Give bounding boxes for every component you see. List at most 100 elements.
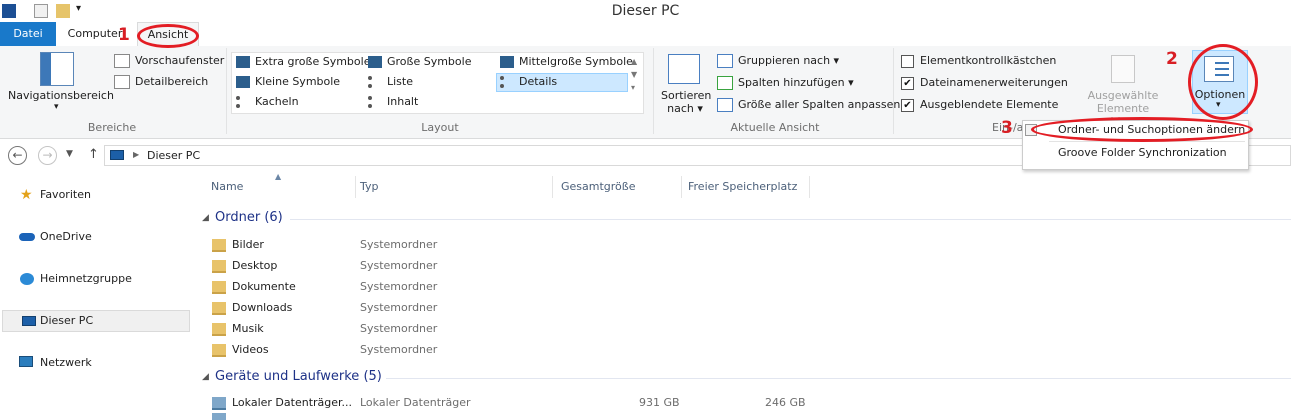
- checkmark-icon[interactable]: ✔: [901, 98, 914, 112]
- small-icons-icon: [236, 76, 250, 88]
- navigation-pane-button[interactable]: Navigationsbereich: [8, 89, 114, 102]
- layout-details[interactable]: Details: [500, 73, 557, 91]
- checkmark-icon[interactable]: ✔: [901, 76, 914, 90]
- layout-content[interactable]: Inhalt: [368, 93, 418, 111]
- table-row[interactable]: Musik Systemordner: [212, 318, 812, 339]
- annotation-number-1: 1: [118, 25, 130, 45]
- table-row[interactable]: Bilder Systemordner: [212, 234, 812, 255]
- layout-extra-large-icons[interactable]: Extra große Symbole: [236, 53, 370, 71]
- collapse-chevron-icon[interactable]: ◢: [202, 213, 209, 223]
- network-icon: [19, 356, 33, 367]
- breadcrumb-chevron-icon[interactable]: ▶: [133, 150, 139, 159]
- table-row[interactable]: Lokaler Datenträger... Lokaler Datenträg…: [212, 392, 832, 413]
- homegroup-icon: [20, 273, 34, 285]
- hidden-items-checkbox[interactable]: ✔ Ausgeblendete Elemente: [901, 96, 1058, 114]
- table-row[interactable]: Desktop Systemordner: [212, 255, 812, 276]
- layout-small-icons[interactable]: Kleine Symbole: [236, 73, 340, 91]
- folder-icon: [212, 301, 226, 315]
- recent-locations-chevron-icon[interactable]: ▼: [66, 149, 73, 159]
- chevron-down-icon: ▾: [54, 102, 59, 112]
- large-icons-icon: [368, 56, 382, 68]
- breadcrumb-dieser-pc[interactable]: Dieser PC: [147, 149, 200, 162]
- computer-icon: [22, 316, 36, 326]
- layout-tiles[interactable]: Kacheln: [236, 93, 299, 111]
- checkbox-unchecked[interactable]: [901, 54, 914, 68]
- forward-arrow-icon[interactable]: →: [38, 146, 57, 165]
- drive-icon: [212, 413, 226, 420]
- add-columns-icon: [717, 76, 733, 90]
- group-by-icon: [717, 54, 733, 68]
- ribbon-separator: [653, 48, 654, 134]
- group-divider: [290, 219, 1291, 220]
- group-by-button[interactable]: Gruppieren nach ▾: [717, 52, 839, 70]
- navigation-pane-icon[interactable]: [40, 52, 74, 86]
- up-arrow-icon[interactable]: ↑: [88, 147, 99, 162]
- column-separator[interactable]: [809, 176, 810, 198]
- fit-columns-button[interactable]: Größe aller Spalten anpassen: [717, 96, 900, 114]
- collapse-chevron-icon[interactable]: ◢: [202, 372, 209, 382]
- details-icon: [500, 76, 514, 88]
- column-separator[interactable]: [552, 176, 553, 198]
- column-gesamtgroesse[interactable]: Gesamtgröße: [561, 180, 635, 193]
- add-columns-button[interactable]: Spalten hinzufügen ▾: [717, 74, 854, 92]
- folder-icon: [212, 280, 226, 294]
- preview-pane-icon: [114, 54, 130, 68]
- group-label-bereiche: Bereiche: [87, 121, 137, 134]
- menu-item-groove-sync[interactable]: Groove Folder Synchronization: [1058, 143, 1227, 163]
- sort-icon[interactable]: [668, 54, 700, 84]
- table-row[interactable]: Videos Systemordner: [212, 339, 812, 360]
- table-row[interactable]: Dokumente Systemordner: [212, 276, 812, 297]
- annotation-number-2: 2: [1166, 49, 1178, 69]
- nav-item-heimnetzgruppe[interactable]: Heimnetzgruppe: [40, 268, 132, 290]
- tab-datei[interactable]: Datei: [0, 22, 56, 46]
- nav-item-favoriten[interactable]: Favoriten: [40, 184, 91, 206]
- folder-icon: [212, 238, 226, 252]
- column-typ[interactable]: Typ: [360, 180, 379, 193]
- ribbon-separator: [226, 48, 227, 134]
- layout-medium-icons[interactable]: Mittelgroße Symbole: [500, 53, 633, 71]
- folder-icon: [212, 259, 226, 273]
- column-name[interactable]: Name: [211, 180, 243, 193]
- extra-large-icons-icon: [236, 56, 250, 68]
- group-label-layout: Layout: [421, 121, 459, 134]
- column-separator[interactable]: [355, 176, 356, 198]
- column-freier-speicherplatz[interactable]: Freier Speicherplatz: [688, 180, 797, 193]
- back-arrow-icon[interactable]: ←: [8, 146, 27, 165]
- preview-pane-button[interactable]: Vorschaufenster: [114, 52, 224, 70]
- table-row[interactable]: Downloads Systemordner: [212, 297, 812, 318]
- file-extensions-checkbox[interactable]: ✔ Dateinamenerweiterungen: [901, 74, 1068, 92]
- details-pane-icon: [114, 75, 130, 89]
- star-icon: ★: [20, 187, 33, 203]
- nav-item-onedrive[interactable]: OneDrive: [40, 226, 92, 248]
- annotation-circle-optionen: [1188, 44, 1258, 120]
- fit-columns-icon: [717, 98, 733, 112]
- computer-icon: [110, 150, 124, 160]
- annotation-circle-ansicht: [137, 24, 199, 48]
- annotation-circle-folder-options: [1031, 117, 1253, 142]
- sort-by-button[interactable]: Sortieren nach ▾: [661, 89, 711, 115]
- ribbon-separator: [893, 48, 894, 134]
- tiles-icon: [236, 96, 250, 108]
- medium-icons-icon: [500, 56, 514, 68]
- details-pane-button[interactable]: Detailbereich: [114, 73, 208, 91]
- layout-list[interactable]: Liste: [368, 73, 413, 91]
- group-label-aktuelle-ansicht: Aktuelle Ansicht: [730, 121, 820, 134]
- hide-selected-icon: [1111, 55, 1135, 83]
- folder-icon: [212, 322, 226, 336]
- gallery-scroll[interactable]: ▲ ▼ ▾: [631, 55, 637, 94]
- group-header-geraete[interactable]: Geräte und Laufwerke (5): [215, 369, 382, 384]
- sort-ascending-icon: ▲: [275, 172, 282, 181]
- nav-item-netzwerk[interactable]: Netzwerk: [40, 352, 92, 374]
- folder-icon: [212, 343, 226, 357]
- content-icon: [368, 96, 382, 108]
- annotation-number-3: 3: [1001, 118, 1013, 138]
- nav-item-dieser-pc[interactable]: Dieser PC: [40, 310, 93, 332]
- drive-icon: [212, 396, 226, 410]
- item-checkboxes-checkbox[interactable]: Elementkontrollkästchen: [901, 52, 1056, 70]
- column-separator[interactable]: [681, 176, 682, 198]
- cloud-icon: [19, 233, 35, 241]
- window-title: Dieser PC: [611, 3, 680, 19]
- layout-large-icons[interactable]: Große Symbole: [368, 53, 471, 71]
- group-divider: [386, 378, 1291, 379]
- group-header-ordner[interactable]: Ordner (6): [215, 210, 283, 225]
